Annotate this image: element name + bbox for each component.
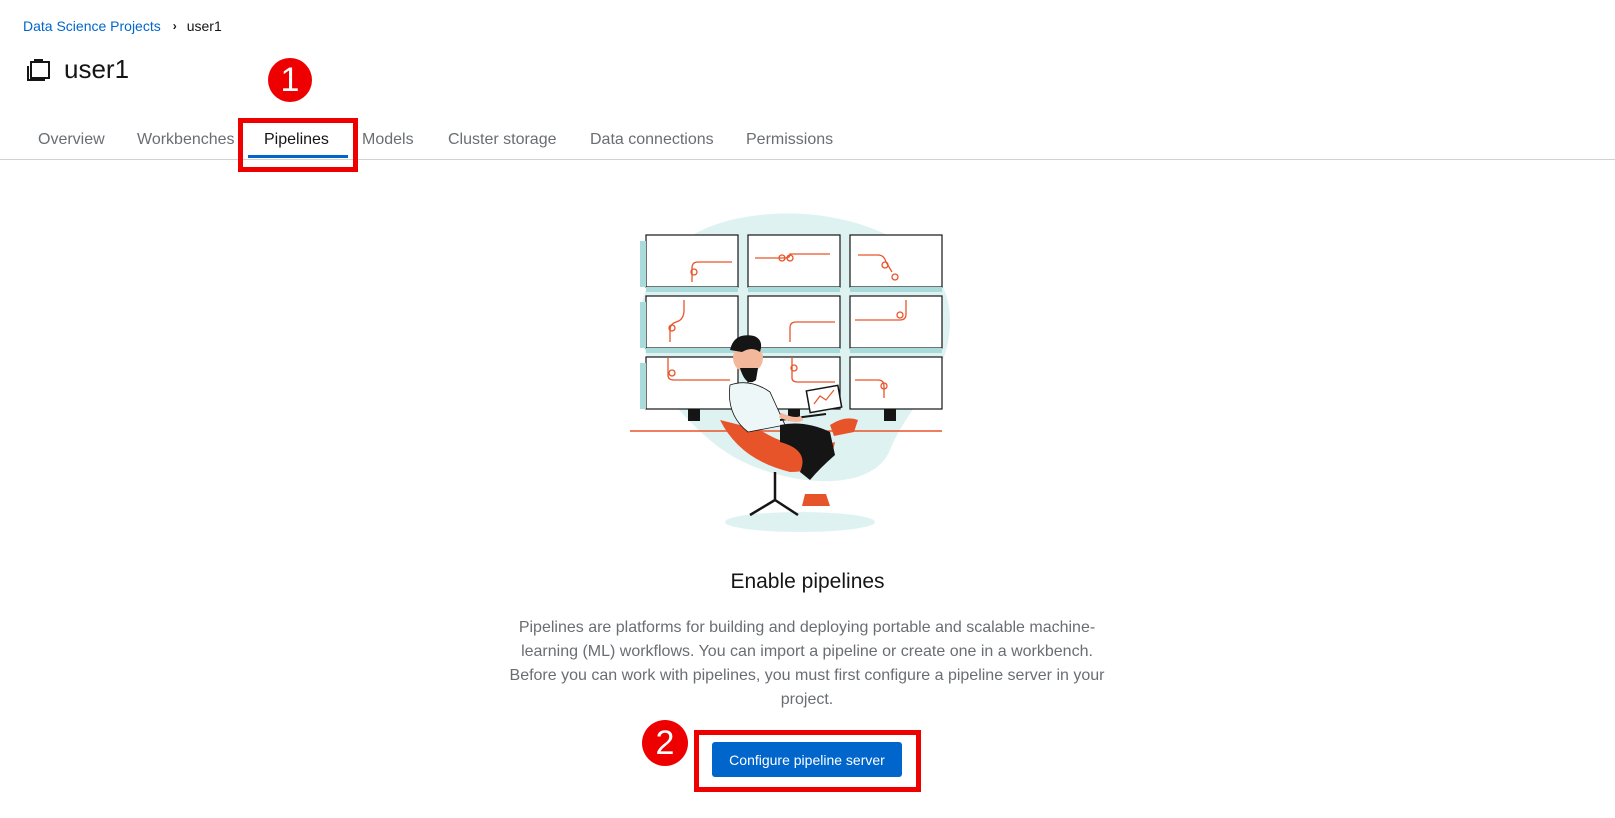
tab-data-connections[interactable]: Data connections [590, 131, 714, 149]
tab-permissions[interactable]: Permissions [746, 131, 833, 149]
breadcrumb: Data Science Projects › user1 [23, 18, 222, 34]
pipelines-empty-illustration [630, 213, 950, 532]
callout-number-1: 1 [268, 58, 312, 102]
chevron-right-icon: › [172, 19, 177, 33]
page-title: user1 [64, 54, 130, 84]
tab-models[interactable]: Models [362, 131, 414, 149]
breadcrumb-link-projects[interactable]: Data Science Projects [23, 18, 161, 34]
tab-overview[interactable]: Overview [38, 131, 105, 149]
callout-box-pipelines-tab [238, 118, 358, 172]
breadcrumb-current: user1 [186, 18, 222, 34]
project-folder-icon [27, 58, 50, 81]
empty-state-body: Pipelines are platforms for building and… [509, 619, 1105, 708]
tab-cluster-storage[interactable]: Cluster storage [448, 131, 557, 149]
page-header: user1 [26, 54, 129, 85]
configure-pipeline-server-button[interactable]: Configure pipeline server [712, 742, 902, 777]
empty-state-title: Enable pipelines [730, 570, 885, 593]
callout-number-2: 2 [642, 720, 688, 766]
tab-workbenches[interactable]: Workbenches [137, 131, 235, 149]
